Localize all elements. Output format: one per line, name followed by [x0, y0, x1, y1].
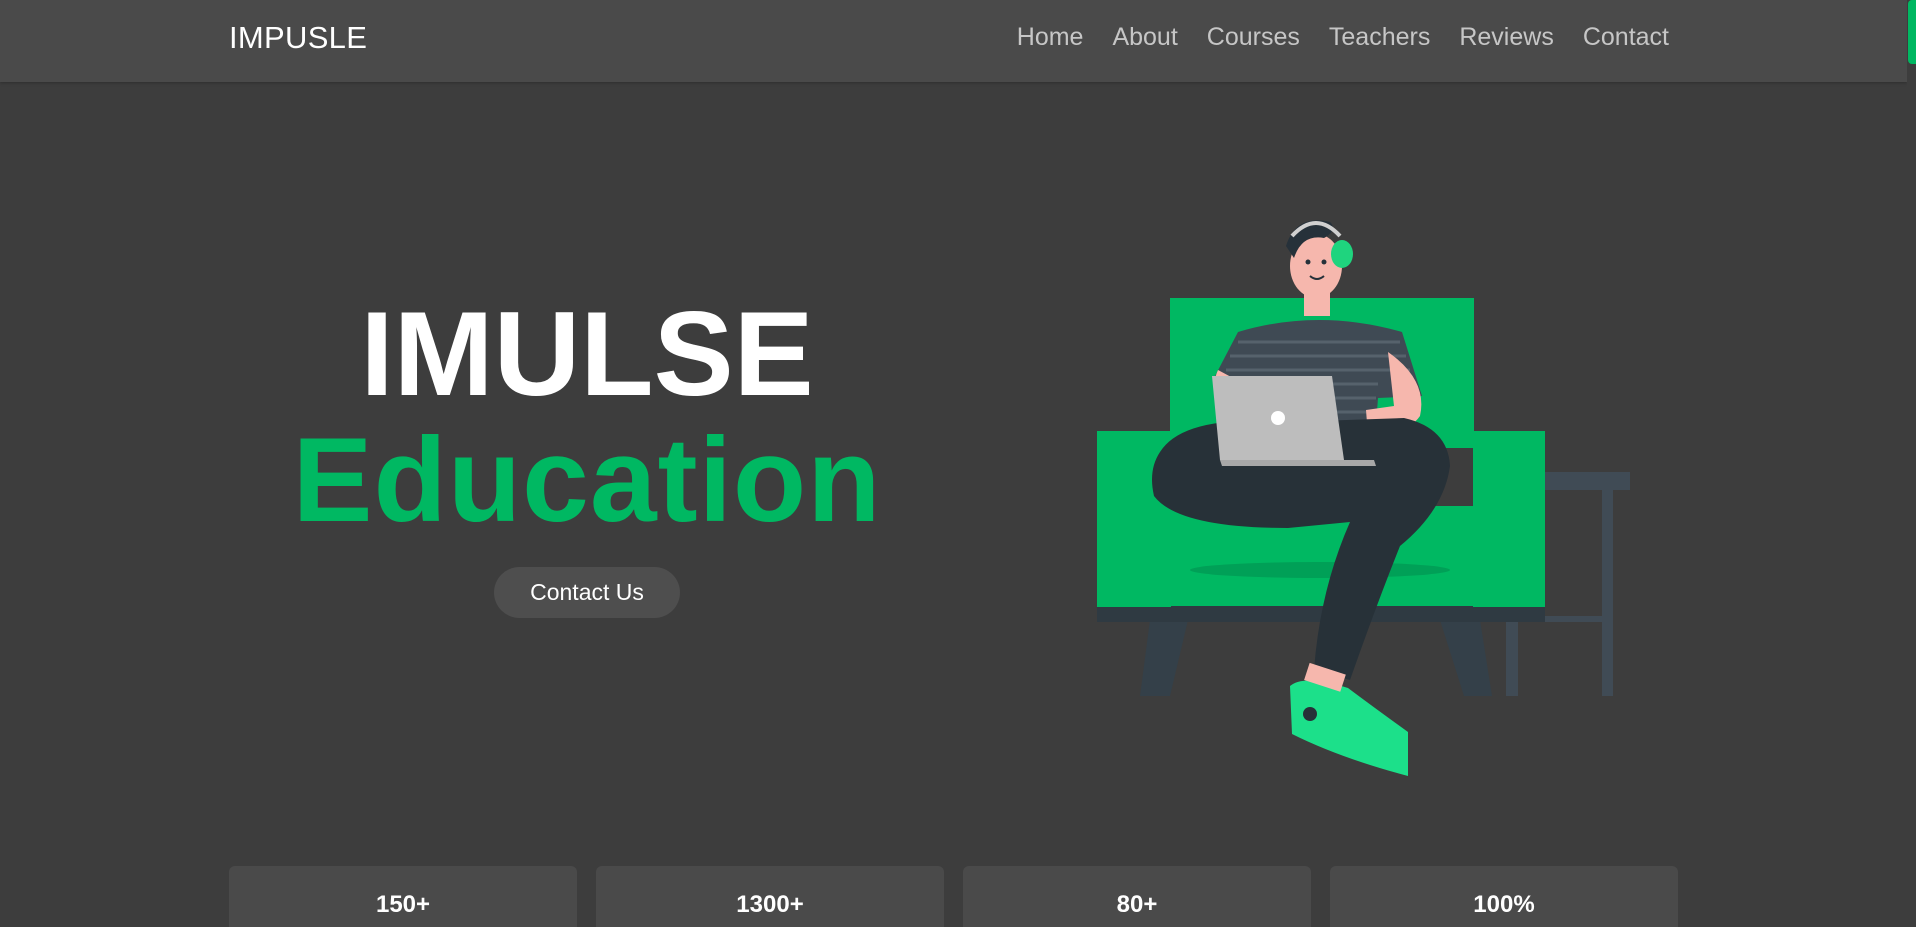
- nav-link-teachers[interactable]: Teachers: [1329, 23, 1430, 51]
- nav-item-reviews: Reviews: [1459, 23, 1553, 52]
- nav-link-home[interactable]: Home: [1017, 23, 1084, 51]
- hero-subtitle: Education: [292, 413, 882, 547]
- nav-menu: Home About Courses Teachers Reviews Cont…: [1017, 23, 1669, 52]
- navbar: IMPUSLE Home About Courses Teachers Revi…: [0, 0, 1907, 82]
- nav-link-reviews[interactable]: Reviews: [1459, 23, 1553, 51]
- scrollbar-thumb[interactable]: [1908, 0, 1916, 64]
- nav-item-about: About: [1112, 23, 1177, 52]
- nav-item-contact: Contact: [1583, 23, 1669, 52]
- nav-item-courses: Courses: [1207, 23, 1300, 52]
- stat-value: 80+: [1116, 891, 1158, 918]
- stat-value: 1300+: [736, 891, 804, 918]
- nav-item-home: Home: [1017, 23, 1084, 52]
- student-on-couch-illustration: [1097, 220, 1630, 776]
- stat-card: 1300+: [596, 866, 944, 927]
- stat-card: 80+: [963, 866, 1311, 927]
- stats-row: 150+ 1300+ 80+ 100%: [229, 866, 1678, 927]
- logo[interactable]: IMPUSLE: [229, 20, 367, 56]
- scrollbar-track[interactable]: [1907, 0, 1916, 927]
- stat-value: 150+: [375, 891, 431, 918]
- stat-card: 100%: [1330, 866, 1678, 927]
- nav-item-teachers: Teachers: [1329, 23, 1430, 52]
- stat-card: 150+: [229, 866, 577, 927]
- page: IMPUSLE Home About Courses Teachers Revi…: [0, 0, 1916, 927]
- stat-value: 100%: [1473, 891, 1535, 918]
- nav-link-contact[interactable]: Contact: [1583, 23, 1669, 51]
- nav-link-courses[interactable]: Courses: [1207, 23, 1300, 51]
- nav-link-about[interactable]: About: [1112, 23, 1177, 51]
- hero-title: IMULSE: [360, 287, 814, 421]
- contact-us-button[interactable]: Contact Us: [494, 567, 680, 618]
